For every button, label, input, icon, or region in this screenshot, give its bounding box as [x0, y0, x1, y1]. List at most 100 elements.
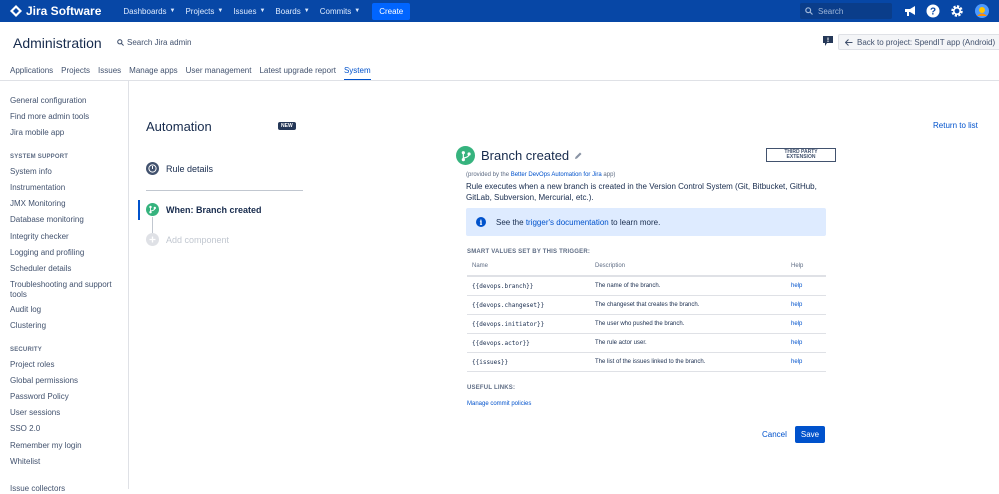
return-to-list-link[interactable]: Return to list	[933, 121, 978, 130]
sidebar-item-system-info[interactable]: System info	[10, 167, 120, 177]
tab-applications[interactable]: Applications	[10, 66, 53, 81]
global-search-input[interactable]: Search	[800, 3, 892, 19]
sidebar-item-whitelist[interactable]: Whitelist	[10, 457, 120, 467]
chevron-down-icon: ▼	[217, 8, 224, 14]
chevron-down-icon: ▼	[259, 8, 266, 14]
smart-value-name: {{issues}}	[472, 359, 509, 366]
column-header-help: Help	[791, 263, 804, 269]
jira-logo[interactable]: Jira Software	[10, 4, 101, 18]
smart-value-description: The name of the branch.	[595, 283, 661, 289]
sidebar-item-user-sessions[interactable]: User sessions	[10, 408, 120, 418]
help-link[interactable]: help	[791, 321, 802, 327]
table-row: {{devops.initiator}} The user who pushed…	[467, 315, 826, 334]
sidebar-item-jira-mobile-app[interactable]: Jira mobile app	[10, 128, 120, 138]
nav-projects[interactable]: Projects ▼	[185, 7, 223, 16]
sidebar-item-troubleshooting-and-support-tools[interactable]: Troubleshooting and support tools	[10, 280, 120, 300]
smart-value-name: {{devops.changeset}}	[472, 302, 545, 309]
rule-details-label: Rule details	[166, 163, 214, 174]
tab-user-management[interactable]: User management	[186, 66, 252, 81]
nav-boards[interactable]: Boards ▼	[275, 7, 309, 16]
rule-details-item[interactable]: Rule details	[146, 162, 213, 175]
sidebar-item-integrity-checker[interactable]: Integrity checker	[10, 232, 120, 242]
svg-text:?: ?	[930, 7, 936, 18]
add-component-button[interactable]: Add component	[146, 233, 229, 246]
smart-value-name: {{devops.branch}}	[472, 283, 534, 290]
nav-commits[interactable]: Commits ▼	[320, 7, 361, 16]
sidebar-item-database-monitoring[interactable]: Database monitoring	[10, 215, 120, 225]
sidebar-item-jmx-monitoring[interactable]: JMX Monitoring	[10, 199, 120, 209]
jira-logo-icon	[10, 5, 22, 17]
column-header-description: Description	[595, 263, 626, 269]
automation-title: Automation	[146, 119, 212, 134]
tab-projects[interactable]: Projects	[61, 66, 90, 81]
provided-prefix: (provided by the	[466, 172, 511, 178]
cancel-button[interactable]: Cancel	[762, 430, 787, 439]
admin-search[interactable]: Search Jira admin	[117, 38, 191, 47]
tabs-divider	[0, 80, 999, 81]
sidebar-item-global-permissions[interactable]: Global permissions	[10, 376, 120, 386]
component-connector	[152, 217, 153, 233]
rule-divider	[146, 190, 303, 191]
megaphone-icon[interactable]	[903, 4, 917, 18]
trigger-documentation-link[interactable]: trigger's documentation	[526, 218, 609, 227]
settings-icon[interactable]	[950, 4, 964, 18]
sidebar-item-logging-and-profiling[interactable]: Logging and profiling	[10, 248, 120, 258]
back-to-project-button[interactable]: Back to project: SpendIT app (Android)	[838, 34, 999, 50]
nav-dashboards[interactable]: Dashboards ▼	[123, 7, 175, 16]
table-row: {{devops.actor}} The rule actor user. he…	[467, 334, 826, 353]
info-prefix: See the	[496, 217, 524, 227]
sidebar-item-password-policy[interactable]: Password Policy	[10, 392, 120, 402]
sidebar-item-issue-collectors[interactable]: Issue collectors	[10, 484, 120, 494]
nav-projects-label: Projects	[185, 6, 215, 16]
sidebar-item-project-roles[interactable]: Project roles	[10, 360, 120, 370]
admin-tabs: Applications Projects Issues Manage apps…	[10, 66, 379, 81]
smart-value-name: {{devops.initiator}}	[472, 321, 545, 328]
sidebar-item-remember-my-login[interactable]: Remember my login	[10, 441, 120, 451]
back-to-project-label: Back to project: SpendIT app (Android)	[857, 37, 996, 47]
create-button[interactable]: Create	[372, 2, 411, 20]
nav-commits-label: Commits	[319, 6, 352, 16]
provider-app-link[interactable]: Better DevOps Automation for Jira	[511, 172, 602, 178]
user-avatar[interactable]	[975, 4, 989, 18]
sidebar-item-scheduler-details[interactable]: Scheduler details	[10, 264, 120, 274]
smart-values-table: Name Description Help {{devops.branch}} …	[467, 258, 826, 372]
nav-dashboards-label: Dashboards	[123, 6, 167, 16]
help-link[interactable]: help	[791, 283, 802, 289]
smart-values-heading: SMART VALUES SET BY THIS TRIGGER:	[467, 249, 591, 255]
help-link[interactable]: help	[791, 359, 802, 365]
sidebar-item-audit-log[interactable]: Audit log	[10, 305, 120, 315]
search-icon	[117, 39, 124, 46]
pencil-icon[interactable]	[574, 151, 583, 160]
sidebar-item-general-configuration[interactable]: General configuration	[10, 96, 120, 106]
manage-commit-policies-link[interactable]: Manage commit policies	[467, 401, 531, 407]
tab-issues[interactable]: Issues	[98, 66, 121, 81]
feedback-icon[interactable]	[823, 36, 833, 46]
sidebar-item-clustering[interactable]: Clustering	[10, 321, 120, 331]
chevron-down-icon: ▼	[169, 8, 176, 14]
third-party-line2: EXTENSION	[786, 154, 816, 160]
tab-system[interactable]: System	[343, 66, 371, 81]
sidebar-item-sso[interactable]: SSO 2.0	[10, 424, 120, 434]
info-circle-icon	[146, 162, 159, 175]
useful-links-heading: USEFUL LINKS:	[467, 385, 516, 391]
tab-latest-upgrade-report[interactable]: Latest upgrade report	[259, 66, 336, 81]
trigger-item[interactable]: When: Branch created	[146, 203, 262, 216]
sidebar-item-instrumentation[interactable]: Instrumentation	[10, 183, 120, 193]
arrow-left-icon	[845, 38, 853, 46]
column-header-name: Name	[472, 263, 489, 269]
sidebar-heading-security: SECURITY	[10, 347, 42, 353]
save-button[interactable]: Save	[795, 426, 825, 443]
admin-search-label: Search Jira admin	[127, 38, 192, 47]
help-icon[interactable]: ?	[926, 4, 940, 18]
sidebar-item-find-more-admin-tools[interactable]: Find more admin tools	[10, 112, 120, 122]
info-icon: i	[476, 217, 486, 227]
nav-boards-label: Boards	[275, 6, 301, 16]
smart-value-description: The rule actor user.	[595, 340, 647, 346]
admin-sidebar: General configuration Find more admin to…	[0, 81, 129, 493]
nav-issues[interactable]: Issues ▼	[233, 7, 265, 16]
page-title: Administration	[13, 35, 102, 51]
help-link[interactable]: help	[791, 340, 802, 346]
table-row: {{devops.changeset}} The changeset that …	[467, 296, 826, 315]
tab-manage-apps[interactable]: Manage apps	[129, 66, 177, 81]
help-link[interactable]: help	[791, 302, 802, 308]
